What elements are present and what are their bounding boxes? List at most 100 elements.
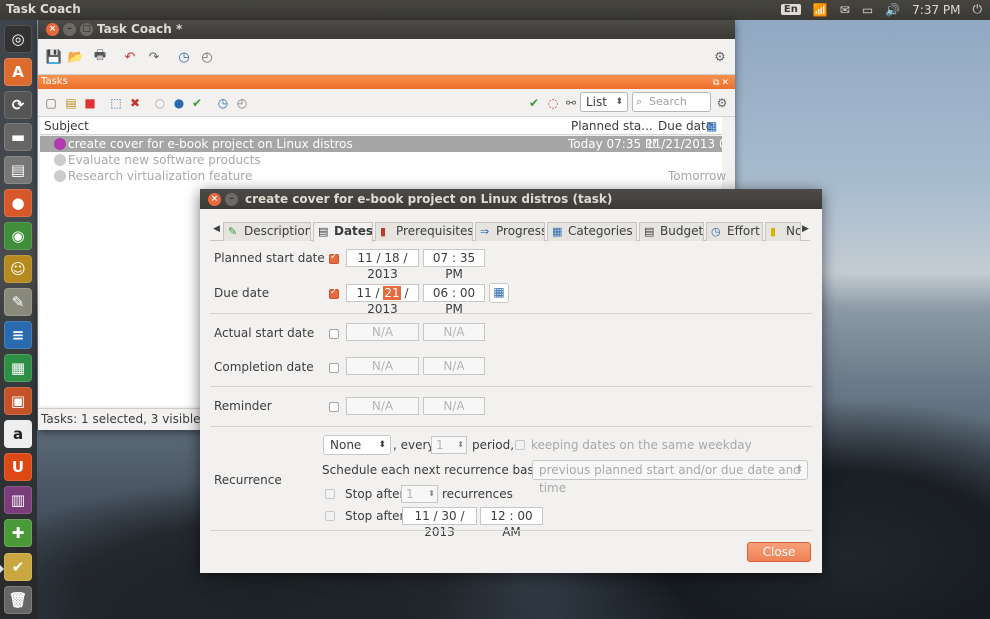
hide-completed-icon[interactable]: ✔: [526, 95, 542, 111]
column-due-date[interactable]: Due date: [658, 119, 713, 133]
actual-start-time-field[interactable]: N/A: [423, 323, 485, 341]
stop-after-count-checkbox[interactable]: [325, 489, 335, 499]
tab-scroll-left-icon[interactable]: ◀: [213, 224, 220, 234]
edit-task-icon[interactable]: ■: [82, 95, 98, 111]
tab-effort[interactable]: ◷ Effort: [706, 222, 763, 241]
tab-progress[interactable]: ⇒ Progress: [475, 222, 545, 241]
volume-icon[interactable]: 🔊: [885, 3, 900, 17]
clock[interactable]: 7:37 PM: [912, 3, 960, 17]
minimize-dialog-icon[interactable]: –: [225, 193, 238, 206]
update-manager-icon[interactable]: ⟳: [4, 91, 32, 119]
firefox-icon[interactable]: ●: [4, 189, 32, 217]
column-planned-start[interactable]: Planned sta...: [571, 119, 653, 133]
mark-completed-icon[interactable]: ✔: [189, 95, 205, 111]
maximize-window-icon[interactable]: □: [80, 23, 93, 36]
tab-notes[interactable]: ▮ No: [765, 222, 801, 241]
power-icon[interactable]: ⏻: [973, 2, 983, 17]
software-center-icon[interactable]: A: [4, 58, 32, 86]
stop-time-field[interactable]: 12 : 00 AM: [480, 507, 543, 539]
writer-icon[interactable]: ≡: [4, 321, 32, 349]
start-effort-icon[interactable]: ◷: [215, 95, 231, 111]
minimize-window-icon[interactable]: –: [63, 23, 76, 36]
stop-date-field[interactable]: 11 / 30 / 2013: [402, 507, 477, 539]
trash-icon[interactable]: 🗑: [4, 586, 32, 614]
reminder-time-field[interactable]: N/A: [423, 397, 485, 415]
close-button[interactable]: Close: [747, 542, 811, 562]
recurrences-label: recurrences: [442, 487, 513, 501]
recurrence-label: Recurrence: [214, 473, 282, 487]
ubuntu-one-icon[interactable]: U: [4, 453, 32, 481]
due-date-checkbox[interactable]: [329, 287, 339, 299]
amazon-icon[interactable]: a: [4, 420, 32, 448]
stop-after-count-stepper[interactable]: 1 ⬍: [401, 485, 438, 503]
schedule-basis-select[interactable]: previous planned start and/or due date a…: [532, 460, 808, 495]
tab-description[interactable]: ✎ Description: [223, 222, 311, 241]
workspaces-icon[interactable]: ▥: [4, 486, 32, 514]
wifi-icon[interactable]: 📶: [813, 3, 828, 17]
column-settings-icon[interactable]: ▦: [706, 119, 717, 133]
actual-start-checkbox[interactable]: [329, 329, 339, 339]
hide-inactive-icon[interactable]: ◌: [545, 95, 561, 111]
save-icon[interactable]: 💾: [44, 47, 64, 67]
mail-icon[interactable]: ✉: [840, 3, 850, 17]
calendar-icon[interactable]: ▦: [489, 283, 509, 303]
search-input[interactable]: ⌕ Search: [632, 92, 711, 112]
open-icon[interactable]: 📂: [66, 47, 86, 67]
planned-start-checkbox[interactable]: [329, 252, 339, 264]
tab-categories[interactable]: ▦ Categories: [547, 222, 637, 241]
start-tracking-icon[interactable]: ◷: [174, 47, 194, 67]
completion-date-field[interactable]: N/A: [346, 357, 419, 375]
close-dialog-icon[interactable]: ×: [208, 193, 221, 206]
active-task-icon[interactable]: ●: [171, 95, 187, 111]
actual-start-date-field[interactable]: N/A: [346, 323, 419, 341]
tab-dates[interactable]: ▤ Dates: [313, 222, 373, 242]
undo-icon[interactable]: ↶: [120, 47, 140, 67]
tree-view-icon[interactable]: ⚯: [563, 95, 579, 111]
impress-icon[interactable]: ▣: [4, 387, 32, 415]
due-date-field[interactable]: 11 / 21 / 2013: [346, 284, 419, 316]
text-editor-icon[interactable]: ✎: [4, 288, 32, 316]
completion-date-checkbox[interactable]: [329, 363, 339, 373]
files-icon[interactable]: ▤: [4, 156, 32, 184]
chrome-icon[interactable]: ◉: [4, 222, 32, 250]
keep-weekday-checkbox[interactable]: [515, 440, 525, 450]
close-window-icon[interactable]: ×: [46, 23, 59, 36]
completion-time-field[interactable]: N/A: [423, 357, 485, 375]
table-row[interactable]: Evaluate new software products: [40, 152, 722, 168]
disk-icon[interactable]: ▬: [4, 123, 32, 151]
calc-icon[interactable]: ▦: [4, 354, 32, 382]
due-time-field[interactable]: 06 : 00 PM: [423, 284, 485, 316]
reminder-checkbox[interactable]: [329, 402, 339, 412]
pidgin-icon[interactable]: ☺: [4, 255, 32, 283]
toolbar-settings-icon[interactable]: ⚙: [710, 47, 730, 67]
recurrence-frequency-select[interactable]: None ⬍: [323, 435, 391, 455]
tab-scroll-right-icon[interactable]: ▶: [802, 224, 809, 234]
select-icon[interactable]: ⬚: [108, 95, 124, 111]
stop-tracking-icon[interactable]: ◴: [197, 47, 217, 67]
dash-icon[interactable]: ◎: [4, 25, 32, 53]
keyboard-indicator[interactable]: En: [780, 4, 801, 15]
table-row[interactable]: create cover for e-book project on Linux…: [40, 136, 722, 152]
tab-prerequisites[interactable]: ▮ Prerequisites: [375, 222, 473, 241]
reminder-date-field[interactable]: N/A: [346, 397, 419, 415]
task-coach-icon[interactable]: ✔: [4, 553, 32, 581]
table-row[interactable]: Research virtualization feature Tomorrow: [40, 168, 726, 184]
planned-start-time-field[interactable]: 07 : 35 PM: [423, 249, 485, 281]
inactive-task-icon[interactable]: ○: [152, 95, 168, 111]
tab-budget[interactable]: ▤ Budget: [639, 222, 704, 241]
stop-after-date-checkbox[interactable]: [325, 511, 335, 521]
redo-icon[interactable]: ↷: [144, 47, 164, 67]
view-mode-select[interactable]: List ⬍: [580, 92, 628, 112]
print-icon[interactable]: 🖶: [90, 47, 110, 67]
stop-effort-icon[interactable]: ◴: [234, 95, 250, 111]
delete-task-icon[interactable]: ✖: [127, 95, 143, 111]
panel-controls[interactable]: ⧉✕: [713, 76, 731, 90]
battery-icon[interactable]: ▭: [862, 3, 873, 17]
search-options-icon[interactable]: ⚙: [714, 95, 730, 111]
new-task-icon[interactable]: ▢: [43, 95, 59, 111]
column-subject[interactable]: Subject: [44, 119, 89, 133]
every-count-stepper[interactable]: 1 ⬍: [431, 436, 467, 454]
new-subtask-icon[interactable]: ▤: [63, 95, 79, 111]
planned-start-date-field[interactable]: 11 / 18 / 2013: [346, 249, 419, 281]
system-settings-icon[interactable]: ✚: [4, 519, 32, 547]
